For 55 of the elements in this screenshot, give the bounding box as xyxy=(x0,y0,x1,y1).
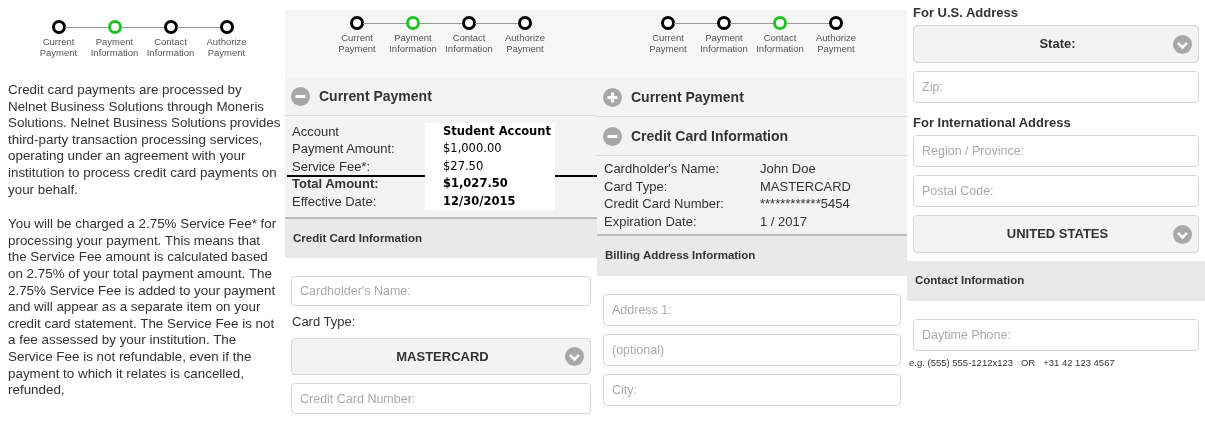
accordion-header[interactable]: Current Payment xyxy=(285,78,597,116)
section-heading: For International Address xyxy=(912,115,1072,131)
detail-value: MASTERCARD xyxy=(759,177,851,195)
field-label: Card Type: xyxy=(291,314,357,331)
step-label: Contact Information xyxy=(755,32,805,54)
section-header: Contact Information xyxy=(907,261,1205,301)
chevron-down-icon xyxy=(1173,224,1192,244)
text-input-field[interactable]: Zip: xyxy=(913,71,1199,103)
detail-label: Cardholder's Name: xyxy=(603,161,721,177)
detail-value: $1,027.50 xyxy=(425,175,555,193)
step-label: Current Payment xyxy=(337,32,377,54)
text-input-field[interactable]: Postal Code: xyxy=(913,175,1199,207)
info-paragraph: Credit card payments are processed by Nelnet Business Solutions through Moneris Solutions. Nelnet Business Solutions provides third-party transaction processing services, operating under an agreement with your institution to process credit card payments on your behalf. xyxy=(7,82,282,199)
detail-label: Account xyxy=(291,123,340,139)
detail-value: ************5454 xyxy=(759,195,850,213)
detail-value: 1 / 2017 xyxy=(759,212,807,230)
detail-label: Effective Date: xyxy=(291,193,378,209)
step-label: Current Payment xyxy=(38,36,79,58)
text-input-field[interactable]: (optional) xyxy=(603,334,901,366)
info-paragraph: You will be charged a 2.75% Service Fee* for processing your payment. This means that the Service Fee amount is calculated based on 2.75% of your total payment amount. The 2.75% Service Fee is added to your payment and will appear as a separate item on your credit card statement. The Service Fee is not a fee assessed by your institution. The Service Fee is not refundable, even if the payment to which it relates is cancelled, refunded, xyxy=(7,216,278,399)
dropdown-select[interactable]: MASTERCARD xyxy=(291,338,591,376)
step-label: Current Payment xyxy=(648,32,688,54)
dropdown-select[interactable]: UNITED STATES xyxy=(913,215,1199,253)
step-label: Payment Information xyxy=(699,32,749,54)
section-header: Credit Card Information xyxy=(285,219,597,258)
detail-label: Credit Card Number: xyxy=(603,196,725,212)
text-input-field[interactable]: City: xyxy=(603,374,901,406)
step-label: Contact Information xyxy=(444,32,494,54)
detail-label: Payment Amount: xyxy=(291,141,396,157)
detail-value: Student Account xyxy=(425,122,555,141)
section-heading: For U.S. Address xyxy=(912,5,1019,21)
detail-label: Total Amount: xyxy=(291,176,380,192)
chevron-down-icon xyxy=(1173,34,1192,54)
text-input-field[interactable]: Cardholder's Name: xyxy=(291,275,591,307)
accordion-header[interactable]: Current Payment xyxy=(597,78,907,117)
chevron-down-icon xyxy=(565,347,584,367)
detail-label: Card Type: xyxy=(603,178,669,194)
hint-text: e.g. (555) 555-1212x123 OR +31 42 123 4567 xyxy=(908,356,1116,370)
detail-value: $1,000.00 xyxy=(425,140,555,158)
text-input-field[interactable]: Credit Card Number: xyxy=(291,383,591,414)
text-input-field[interactable]: Region / Province: xyxy=(913,135,1199,167)
accordion-header[interactable]: Credit Card Information xyxy=(597,117,907,156)
step-label: Authorize Payment xyxy=(814,32,858,54)
step-label: Authorize Payment xyxy=(503,32,547,54)
step-label: Payment Information xyxy=(388,32,438,54)
step-label: Authorize Payment xyxy=(205,36,248,58)
detail-value: John Doe xyxy=(759,160,816,178)
detail-label: Service Fee*: xyxy=(291,158,372,174)
dropdown-select[interactable]: State: xyxy=(913,25,1199,63)
text-input-field[interactable]: Address 1: xyxy=(603,294,901,326)
section-header: Billing Address Information xyxy=(597,236,907,276)
detail-label: Expiration Date: xyxy=(603,213,698,229)
text-input-field[interactable]: Daytime Phone: xyxy=(913,319,1199,351)
step-label: Contact Information xyxy=(145,36,196,58)
step-label: Payment Information xyxy=(89,36,140,58)
